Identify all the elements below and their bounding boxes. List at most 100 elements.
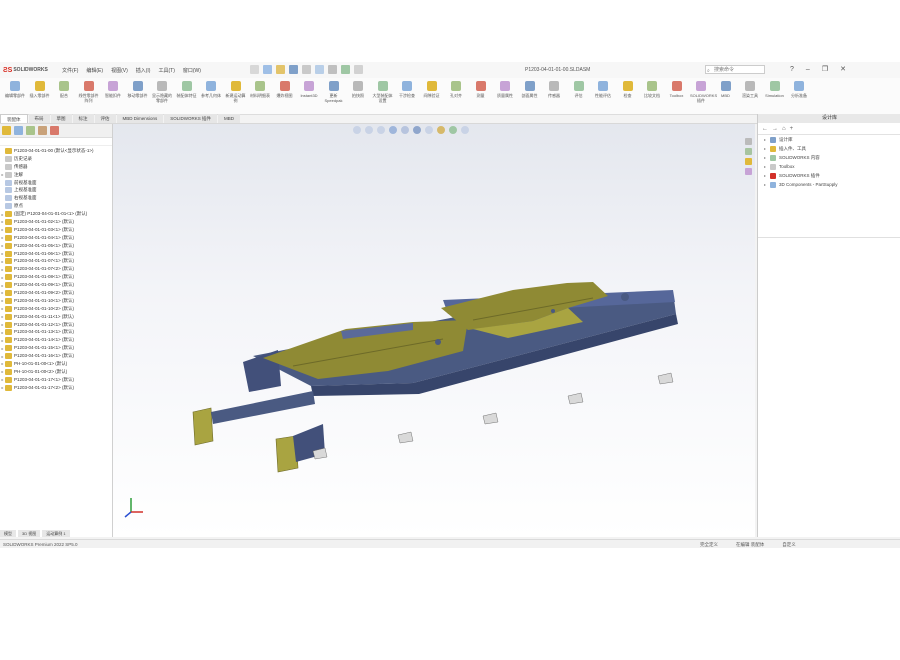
tree-node[interactable]: ▸ P1203-04-01-01-13<1> (默认) (0, 328, 112, 336)
tree-node[interactable]: ▸ P1203-04-01-01-17<2> (默认) (0, 384, 112, 392)
minimize-icon[interactable]: – (806, 65, 810, 74)
options-icon[interactable] (354, 65, 363, 74)
command-button[interactable]: 检查 (617, 81, 639, 98)
tree-node[interactable]: ▸ P1203-04-01-01-10<1> (默认) (0, 297, 112, 305)
design-library-icon[interactable] (745, 148, 752, 155)
command-button[interactable]: 显示隐藏的零部件 (151, 81, 173, 103)
tree-node[interactable]: 右视基准面 (0, 194, 112, 202)
tree-node[interactable]: ▸ P1203-04-01-01-07<2> (默认) (0, 265, 112, 273)
library-item[interactable]: ▸ SOLIDWORKS 插件 (758, 171, 900, 180)
command-button[interactable]: 干涉检查 (396, 81, 418, 98)
tree-node[interactable]: ▸ P1203-04-01-01-14<1> (默认) (0, 336, 112, 344)
command-button[interactable]: 插入零部件 (29, 81, 51, 98)
appearances-icon[interactable] (745, 168, 752, 175)
tab-mbd-dimensions[interactable]: MBD Dimensions (116, 114, 164, 123)
tree-node[interactable]: ▸ P1203-04-01-01-10<2> (默认) (0, 305, 112, 313)
tree-node[interactable]: ▸ P1203-04-01-01-02<1> (默认) (0, 218, 112, 226)
solidworks-logo[interactable]: ƧS SOLIDWORKS (3, 66, 48, 74)
command-button[interactable]: 传感器 (543, 81, 565, 98)
new-document-icon[interactable] (263, 65, 272, 74)
tab-motion-study[interactable]: 运动算例 1 (42, 530, 70, 537)
command-button[interactable]: 新建运动算例 (225, 81, 247, 103)
feature-tree-icon[interactable] (2, 126, 11, 135)
tree-node[interactable]: ▸ PH-10-01-01-00<2> (默认) (0, 368, 112, 376)
tree-node[interactable]: ▸ P1203-04-01-01-09<2> (默认) (0, 289, 112, 297)
command-button[interactable]: 移动零部件 (127, 81, 149, 98)
frame-assembly-model[interactable] (113, 124, 755, 537)
tree-node[interactable]: ▸ P1203-04-01-01-15<1> (默认) (0, 344, 112, 352)
home-icon[interactable] (250, 65, 259, 74)
tree-node[interactable]: 历史记录 (0, 155, 112, 163)
tree-node[interactable]: ▸ 注解 (0, 171, 112, 179)
command-button[interactable]: Instant3D (298, 81, 320, 98)
library-item[interactable]: ▸ SOLIDWORKS 内容 (758, 153, 900, 162)
command-button[interactable]: 质量属性 (494, 81, 516, 98)
menu-edit[interactable]: 编辑(E) (86, 67, 103, 74)
configuration-manager-icon[interactable] (26, 126, 35, 135)
command-button[interactable]: 比较文档 (641, 81, 663, 98)
resources-icon[interactable] (745, 138, 752, 145)
save-icon[interactable] (289, 65, 298, 74)
tree-node[interactable]: ▸ P1203-04-01-01-07<1> (默认) (0, 257, 112, 265)
tree-node[interactable]: ▸ P1203-04-01-01-11<1> (默认) (0, 313, 112, 321)
restore-icon[interactable]: ❐ (822, 65, 828, 74)
add-location-icon[interactable]: + (790, 125, 794, 132)
tree-node[interactable]: ▸ P1203-04-01-01-08<1> (默认) (0, 273, 112, 281)
command-button[interactable]: 孔对齐 (445, 81, 467, 98)
tab-layout[interactable]: 布局 (28, 114, 50, 123)
property-manager-icon[interactable] (14, 126, 23, 135)
command-button[interactable]: Simulation (764, 81, 786, 98)
command-button[interactable]: 间隙验证 (421, 81, 443, 98)
library-item[interactable]: ▸ 3D Components - PartSupply (758, 180, 900, 189)
menu-file[interactable]: 文件(F) (62, 67, 78, 74)
command-button[interactable]: 剖面属性 (519, 81, 541, 98)
menu-view[interactable]: 视图(V) (111, 67, 128, 74)
status-units[interactable]: 自定义 (782, 542, 796, 548)
forward-icon[interactable]: → (772, 125, 778, 132)
file-explorer-icon[interactable] (745, 158, 752, 165)
command-button[interactable]: 编辑零部件 (4, 81, 26, 98)
command-button[interactable]: 参考几何体 (200, 81, 222, 98)
tree-node[interactable]: P1203-04-01-01-00 (默认<显示状态-1>) (0, 147, 112, 155)
tab-markup[interactable]: 标注 (72, 114, 94, 123)
tab-evaluate[interactable]: 评估 (94, 114, 116, 123)
command-button[interactable]: 大型装配体设置 (372, 81, 394, 103)
command-button[interactable]: 智能扣件 (102, 81, 124, 98)
menu-tools[interactable]: 工具(T) (158, 67, 174, 74)
help-icon[interactable]: ? (790, 65, 794, 74)
tab-addins[interactable]: SOLIDWORKS 插件 (164, 114, 217, 123)
tree-node[interactable]: ▸ P1203-04-01-01-09<1> (默认) (0, 281, 112, 289)
command-button[interactable]: 评估 (568, 81, 590, 98)
menu-window[interactable]: 窗口(W) (183, 67, 201, 74)
command-button[interactable]: 测量 (470, 81, 492, 98)
tree-node[interactable]: ▸ P1203-04-01-01-03<1> (默认) (0, 226, 112, 234)
tree-node[interactable]: ▸ (固定) P1203-04-01-01-01<1> (默认) (0, 210, 112, 218)
library-item[interactable]: ▸ 插入件、工具 (758, 144, 900, 153)
tree-node[interactable]: ▸ P1203-04-01-01-05<1> (默认) (0, 242, 112, 250)
command-button[interactable]: 更新Speedpak (323, 81, 345, 103)
command-button[interactable]: 拍快照 (347, 81, 369, 98)
tree-node[interactable]: 原点 (0, 202, 112, 210)
rebuild-icon[interactable] (341, 65, 350, 74)
open-folder-icon[interactable] (276, 65, 285, 74)
tree-node[interactable]: ▸ P1203-04-01-01-06<1> (默认) (0, 250, 112, 258)
home-icon[interactable]: ⌂ (782, 125, 786, 132)
tree-node[interactable]: ▸ P1203-04-01-01-04<1> (默认) (0, 234, 112, 242)
command-button[interactable]: 渲染工具 (739, 81, 761, 98)
tree-node[interactable]: ▸ P1203-04-01-01-12<1> (默认) (0, 321, 112, 329)
command-button[interactable]: 配合 (53, 81, 75, 98)
command-button[interactable]: 爆炸视图 (274, 81, 296, 98)
tab-model[interactable]: 模型 (0, 530, 16, 537)
tree-node[interactable]: 前视基准面 (0, 179, 112, 187)
tree-node[interactable]: 上视基准面 (0, 186, 112, 194)
graphics-area[interactable] (113, 124, 755, 537)
tree-node[interactable]: ▸ PH-10-01-01-00<1> (默认) (0, 360, 112, 368)
menu-insert[interactable]: 插入(I) (136, 67, 151, 74)
command-button[interactable]: 装配体特征 (176, 81, 198, 98)
command-button[interactable]: 线性零部件阵列 (78, 81, 100, 103)
tab-3d-views[interactable]: 3D 视图 (18, 530, 41, 537)
back-icon[interactable]: ← (762, 125, 768, 132)
dimxpert-icon[interactable] (38, 126, 47, 135)
library-item[interactable]: ▸ Toolbox (758, 162, 900, 171)
tab-sketch[interactable]: 草图 (50, 114, 72, 123)
